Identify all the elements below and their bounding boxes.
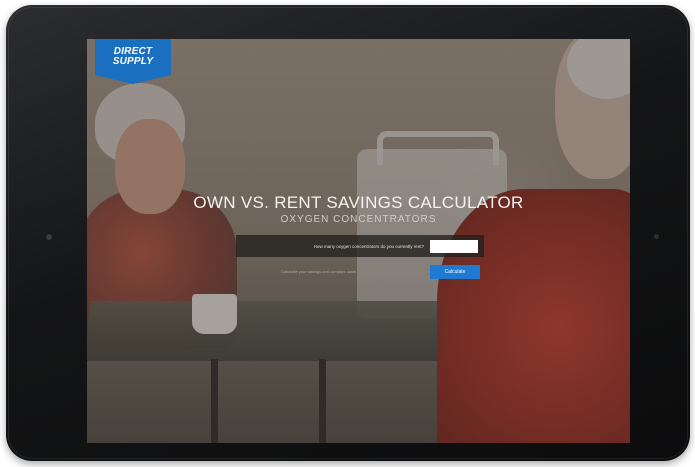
rental-count-form: How many oxygen concentrators do you cur… — [236, 235, 484, 257]
tablet-screen: DIRECT SUPPLY OWN VS. RENT SAVINGS CALCU… — [87, 39, 630, 443]
front-camera — [46, 234, 52, 240]
rental-count-label: How many oxygen concentrators do you cur… — [313, 243, 424, 249]
home-indicator — [654, 234, 659, 239]
tablet-frame: DIRECT SUPPLY OWN VS. RENT SAVINGS CALCU… — [6, 5, 690, 461]
fineprint-text: Calculate your savings and compare costs — [281, 269, 357, 274]
rental-count-input[interactable] — [430, 239, 478, 253]
logo-line-2: SUPPLY — [112, 56, 154, 67]
direct-supply-logo[interactable]: DIRECT SUPPLY — [95, 39, 171, 84]
page-subtitle: OXYGEN CONCENTRATORS — [280, 214, 437, 225]
calculate-button[interactable]: Calculate — [430, 265, 480, 279]
page-title: OWN VS. RENT SAVINGS CALCULATOR — [193, 193, 524, 212]
